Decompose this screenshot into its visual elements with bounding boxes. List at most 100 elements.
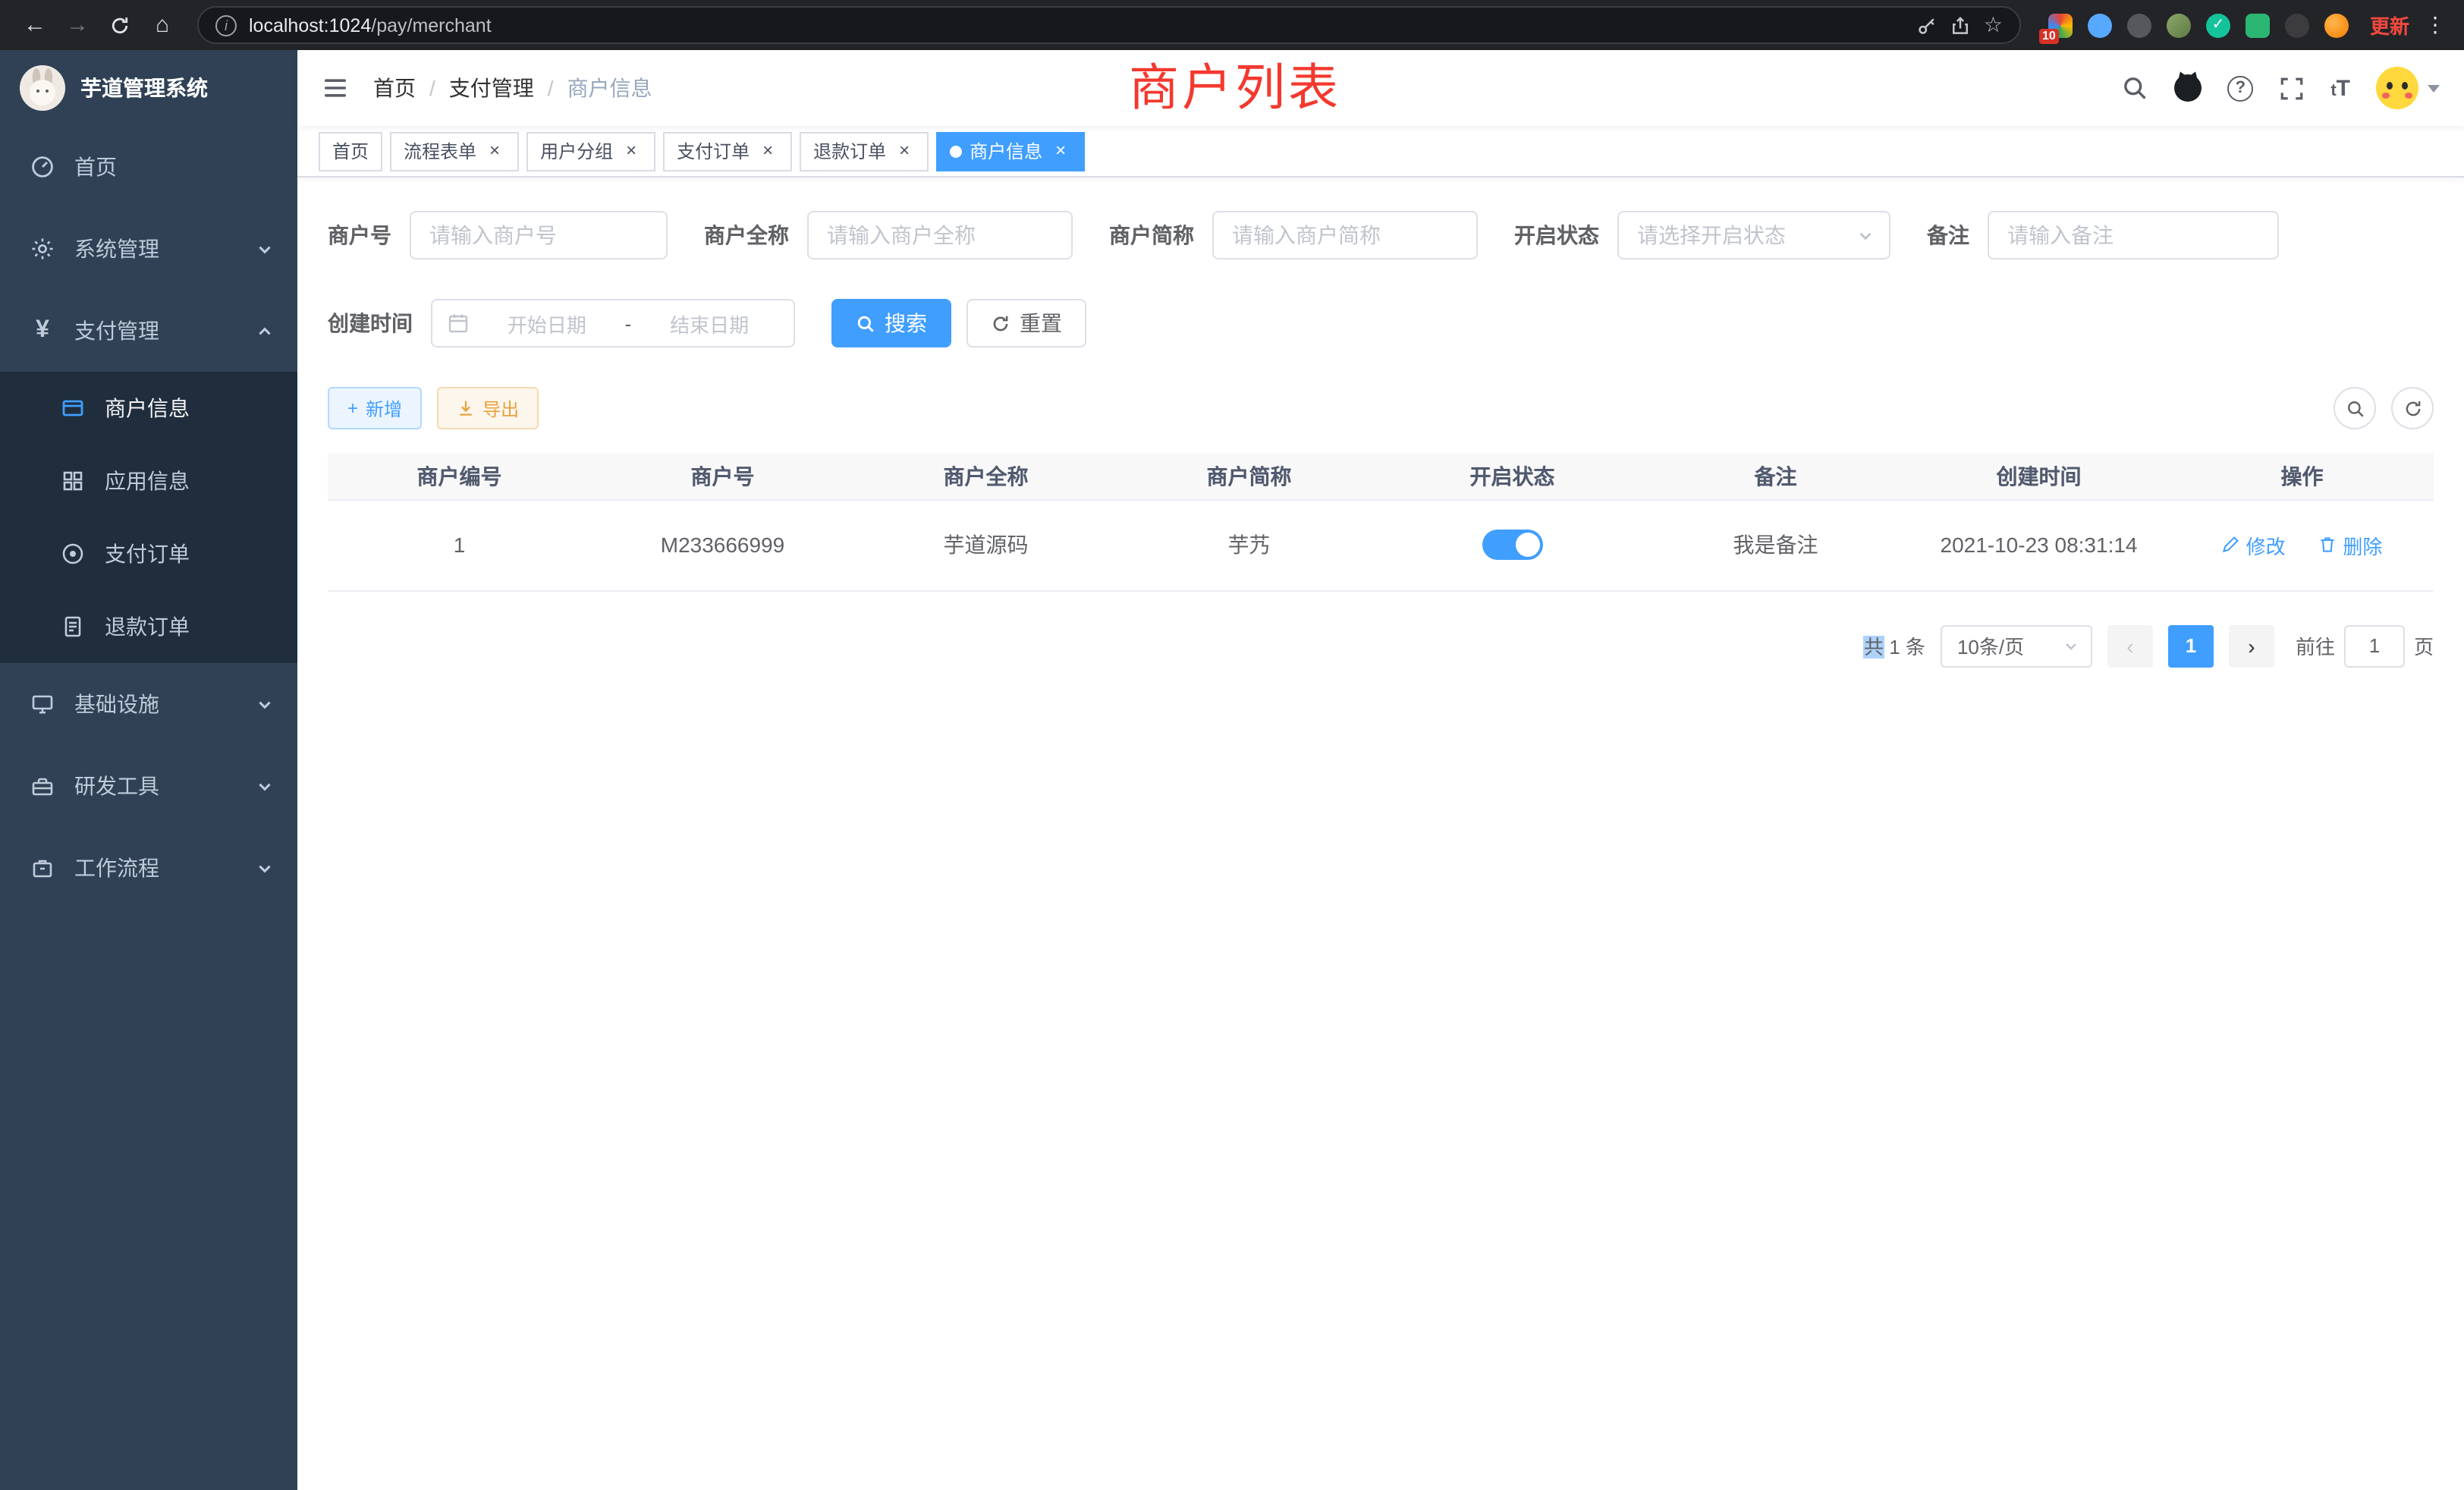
sidebar-item-dev-tools[interactable]: 研发工具: [0, 745, 297, 827]
search-button-label: 搜索: [885, 308, 927, 338]
browser-back-button[interactable]: ←: [15, 5, 55, 45]
short-name-input[interactable]: [1212, 211, 1478, 259]
caret-down-icon: [2428, 84, 2440, 92]
browser-home-button[interactable]: ⌂: [143, 5, 182, 45]
status-toggle[interactable]: [1482, 530, 1543, 560]
gear-icon: [30, 237, 55, 261]
download-icon: [457, 399, 475, 417]
sidebar-item-system[interactable]: 系统管理: [0, 208, 297, 290]
tab-home[interactable]: 首页: [319, 131, 382, 171]
extension-blue-drop-icon[interactable]: [2088, 13, 2112, 37]
annotation-text: 商户列表: [1129, 55, 1341, 121]
monitor-icon: [30, 692, 55, 716]
extension-avatar-icon[interactable]: [2167, 13, 2191, 37]
sidebar-item-label: 支付订单: [105, 539, 190, 569]
sidebar-toggle-button[interactable]: [322, 74, 349, 102]
password-key-icon[interactable]: [1917, 14, 1938, 36]
goto-page-input[interactable]: [2344, 624, 2405, 667]
toggle-search-button[interactable]: [2334, 387, 2376, 429]
export-button[interactable]: 导出: [437, 387, 539, 429]
site-info-icon[interactable]: i: [215, 14, 237, 36]
sidebar-item-merchant-info[interactable]: 商户信息: [0, 372, 297, 445]
extension-paw-icon[interactable]: [2285, 13, 2309, 37]
close-icon[interactable]: ×: [757, 140, 778, 162]
table-header-cell: 创建时间: [1907, 454, 2170, 499]
chrome-menu-icon[interactable]: ⋮: [2425, 12, 2446, 38]
sidebar-item-refund-orders[interactable]: 退款订单: [0, 590, 297, 663]
cell-merchant-id: 1: [328, 499, 591, 590]
address-bar[interactable]: i localhost:1024/pay/merchant ☆: [197, 6, 2021, 44]
field-label: 开启状态: [1514, 220, 1599, 250]
extension-colorful-icon[interactable]: 10: [2048, 13, 2073, 37]
sidebar-item-app-info[interactable]: 应用信息: [0, 445, 297, 517]
sidebar-item-payment[interactable]: ¥ 支付管理: [0, 290, 297, 372]
user-avatar-menu[interactable]: [2376, 67, 2440, 109]
profile-avatar[interactable]: [2324, 13, 2349, 37]
breadcrumb-item-current: 商户信息: [567, 73, 652, 103]
page-number-button[interactable]: 1: [2168, 624, 2214, 667]
tab-label: 用户分组: [540, 138, 613, 164]
chrome-update-button[interactable]: 更新: [2370, 11, 2409, 39]
close-icon[interactable]: ×: [894, 140, 915, 162]
sidebar: 芋道管理系统 首页 系统管理 ¥ 支付管理: [0, 50, 297, 1490]
close-icon[interactable]: ×: [1050, 140, 1071, 162]
status-select[interactable]: 请选择开启状态: [1617, 211, 1890, 259]
date-range-picker[interactable]: 开始日期 - 结束日期: [431, 299, 795, 347]
app-frame: 芋道管理系统 首页 系统管理 ¥ 支付管理: [0, 50, 2464, 1490]
close-icon[interactable]: ×: [484, 140, 505, 162]
cell-short-name: 芋艿: [1117, 499, 1381, 590]
tags-view-bar: 首页 流程表单 × 用户分组 × 支付订单 × 退款订单 ×: [297, 126, 2464, 178]
page-size-value: 10条/页: [1957, 631, 2024, 660]
extension-green-note-icon[interactable]: [2246, 13, 2270, 37]
edit-button[interactable]: 修改: [2222, 530, 2286, 559]
sidebar-item-home[interactable]: 首页: [0, 126, 297, 208]
help-icon[interactable]: ?: [2227, 75, 2253, 101]
refresh-table-button[interactable]: [2391, 387, 2434, 429]
remark-input[interactable]: [1988, 211, 2279, 259]
sidebar-item-workflow[interactable]: 工作流程: [0, 827, 297, 909]
record-circle-icon: [61, 542, 85, 566]
field-label: 商户号: [328, 220, 391, 250]
share-icon[interactable]: [1950, 14, 1972, 36]
reset-button[interactable]: 重置: [966, 299, 1086, 347]
field-label: 商户简称: [1109, 220, 1194, 250]
sidebar-item-infrastructure[interactable]: 基础设施: [0, 663, 297, 745]
tab-user-group[interactable]: 用户分组 ×: [526, 131, 655, 171]
sidebar-item-label: 工作流程: [74, 853, 159, 883]
sidebar-item-pay-orders[interactable]: 支付订单: [0, 517, 297, 590]
start-date-placeholder[interactable]: 开始日期: [478, 309, 616, 338]
end-date-placeholder[interactable]: 结束日期: [640, 309, 778, 338]
prev-page-button[interactable]: ‹: [2107, 624, 2153, 667]
tab-refund-orders[interactable]: 退款订单 ×: [800, 131, 929, 171]
browser-refresh-button[interactable]: [100, 5, 140, 45]
cell-remark: 我是备注: [1644, 499, 1907, 590]
delete-button[interactable]: 删除: [2318, 530, 2382, 559]
refresh-icon: [109, 14, 130, 36]
browser-forward-button[interactable]: →: [58, 5, 97, 45]
chevron-up-icon: [256, 322, 273, 339]
add-button[interactable]: + 新增: [328, 387, 422, 429]
extension-green-check-icon[interactable]: ✓: [2206, 13, 2230, 37]
tab-process-form[interactable]: 流程表单 ×: [390, 131, 519, 171]
breadcrumb-item[interactable]: 支付管理: [449, 73, 534, 103]
full-name-input[interactable]: [807, 211, 1073, 259]
next-page-button[interactable]: ›: [2229, 624, 2274, 667]
extension-dark-icon[interactable]: [2127, 13, 2151, 37]
font-size-icon[interactable]: tT: [2330, 75, 2350, 101]
app-logo[interactable]: 芋道管理系统: [0, 50, 297, 126]
search-button[interactable]: 搜索: [831, 299, 951, 347]
tab-pay-orders[interactable]: 支付订单 ×: [663, 131, 792, 171]
fullscreen-icon[interactable]: [2279, 75, 2305, 101]
tab-merchant-info[interactable]: 商户信息 ×: [936, 131, 1085, 171]
merchant-no-input[interactable]: [410, 211, 668, 259]
tab-label: 流程表单: [404, 138, 476, 164]
filter-short-name: 商户简称: [1109, 211, 1478, 259]
github-icon[interactable]: [2174, 74, 2202, 102]
search-icon[interactable]: [2121, 74, 2148, 102]
cell-status: [1381, 499, 1644, 590]
bookmark-star-icon[interactable]: ☆: [1984, 12, 2003, 38]
page-size-select[interactable]: 10条/页: [1941, 624, 2092, 667]
filter-row-1: 商户号 商户全称 商户简称 开启状态 请选择开启状态: [328, 211, 2434, 259]
close-icon[interactable]: ×: [621, 140, 642, 162]
breadcrumb-item[interactable]: 首页: [373, 73, 416, 103]
